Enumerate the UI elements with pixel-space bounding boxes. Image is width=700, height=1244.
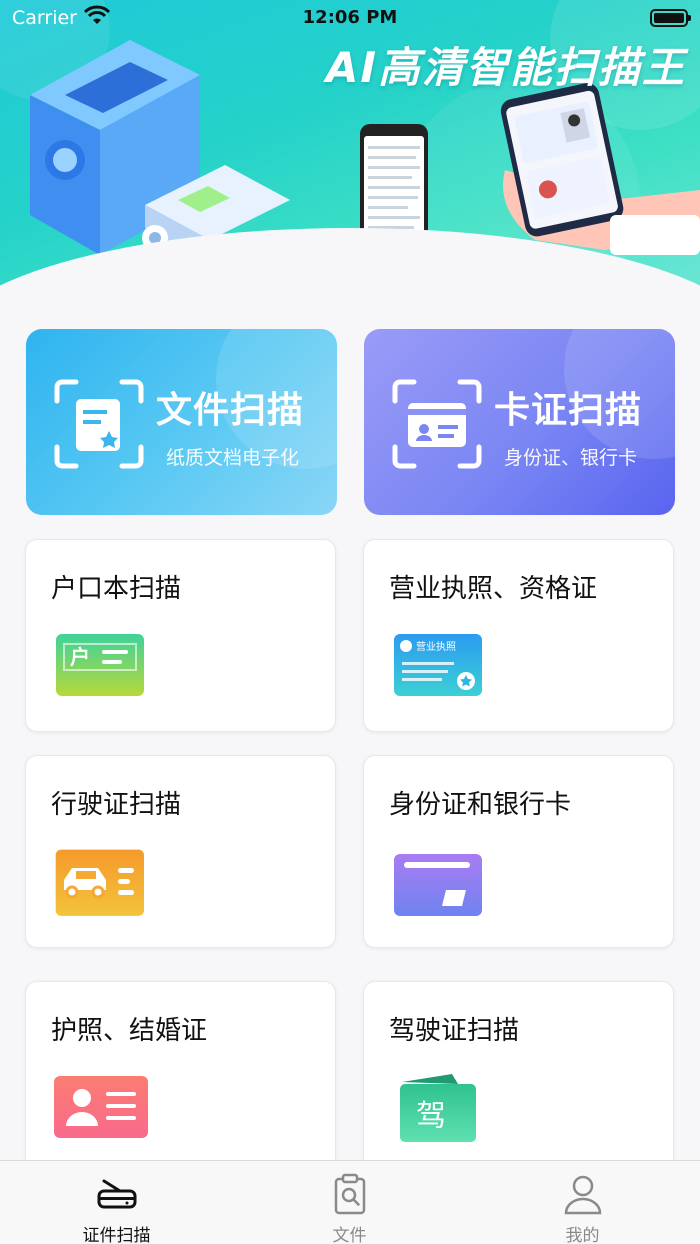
household-register-icon: 户 bbox=[56, 634, 144, 696]
id-bank-card-scan-card[interactable]: 身份证和银行卡 bbox=[363, 755, 674, 948]
card-label: 驾驶证扫描 bbox=[389, 1016, 520, 1046]
person-icon bbox=[564, 1175, 602, 1215]
scanner-icon bbox=[97, 1179, 137, 1209]
clipboard-search-icon bbox=[334, 1173, 366, 1215]
document-scan-subtitle: 纸质文档电子化 bbox=[166, 447, 300, 469]
icon-text: 驾 bbox=[416, 1099, 446, 1134]
card-label: 护照、结婚证 bbox=[51, 1016, 208, 1046]
household-register-scan-card[interactable]: 户口本扫描 户 bbox=[25, 539, 336, 732]
tab-mine[interactable]: 我的 bbox=[466, 1161, 699, 1244]
card-scan-card[interactable]: 卡证扫描 身份证、银行卡 bbox=[364, 329, 675, 515]
id-card-icon bbox=[392, 379, 482, 469]
card-label: 营业执照、资格证 bbox=[389, 574, 598, 604]
bank-card-icon bbox=[394, 854, 482, 916]
card-scan-title: 卡证扫描 bbox=[494, 390, 643, 431]
status-bar: Carrier 12:06 PM bbox=[0, 0, 700, 36]
battery-icon bbox=[650, 9, 691, 27]
banner-headline: AI高清智能扫描王 bbox=[325, 43, 686, 92]
car-license-icon bbox=[55, 849, 144, 916]
tab-document-scan[interactable]: 证件扫描 bbox=[0, 1161, 233, 1244]
card-label: 户口本扫描 bbox=[51, 574, 182, 604]
card-label: 行驶证扫描 bbox=[51, 790, 182, 820]
driver-license-icon: 驾 bbox=[400, 1074, 476, 1142]
tab-files[interactable]: 文件 bbox=[233, 1161, 466, 1244]
business-license-icon: 营业执照 bbox=[394, 634, 482, 696]
icon-text: 营业执照 bbox=[416, 640, 456, 653]
vehicle-license-scan-card[interactable]: 行驶证扫描 bbox=[25, 755, 336, 948]
passport-marriage-scan-card[interactable]: 护照、结婚证 bbox=[25, 981, 336, 1174]
document-star-icon bbox=[54, 379, 144, 469]
clock: 12:06 PM bbox=[302, 7, 398, 28]
driver-license-scan-card[interactable]: 驾驶证扫描 驾 bbox=[363, 981, 674, 1174]
document-scan-card[interactable]: 文件扫描 纸质文档电子化 bbox=[26, 329, 337, 515]
document-scan-title: 文件扫描 bbox=[156, 390, 305, 431]
tab-label: 证件扫描 bbox=[82, 1226, 151, 1244]
card-label: 身份证和银行卡 bbox=[389, 790, 572, 820]
tab-label: 我的 bbox=[565, 1226, 600, 1244]
card-scan-subtitle: 身份证、银行卡 bbox=[504, 447, 638, 469]
tab-label: 文件 bbox=[332, 1226, 367, 1244]
passport-icon bbox=[54, 1076, 148, 1138]
business-license-scan-card[interactable]: 营业执照、资格证 营业执照 bbox=[363, 539, 674, 732]
tab-bar: 证件扫描 文件 我的 bbox=[0, 1160, 700, 1244]
icon-text: 户 bbox=[70, 645, 90, 669]
